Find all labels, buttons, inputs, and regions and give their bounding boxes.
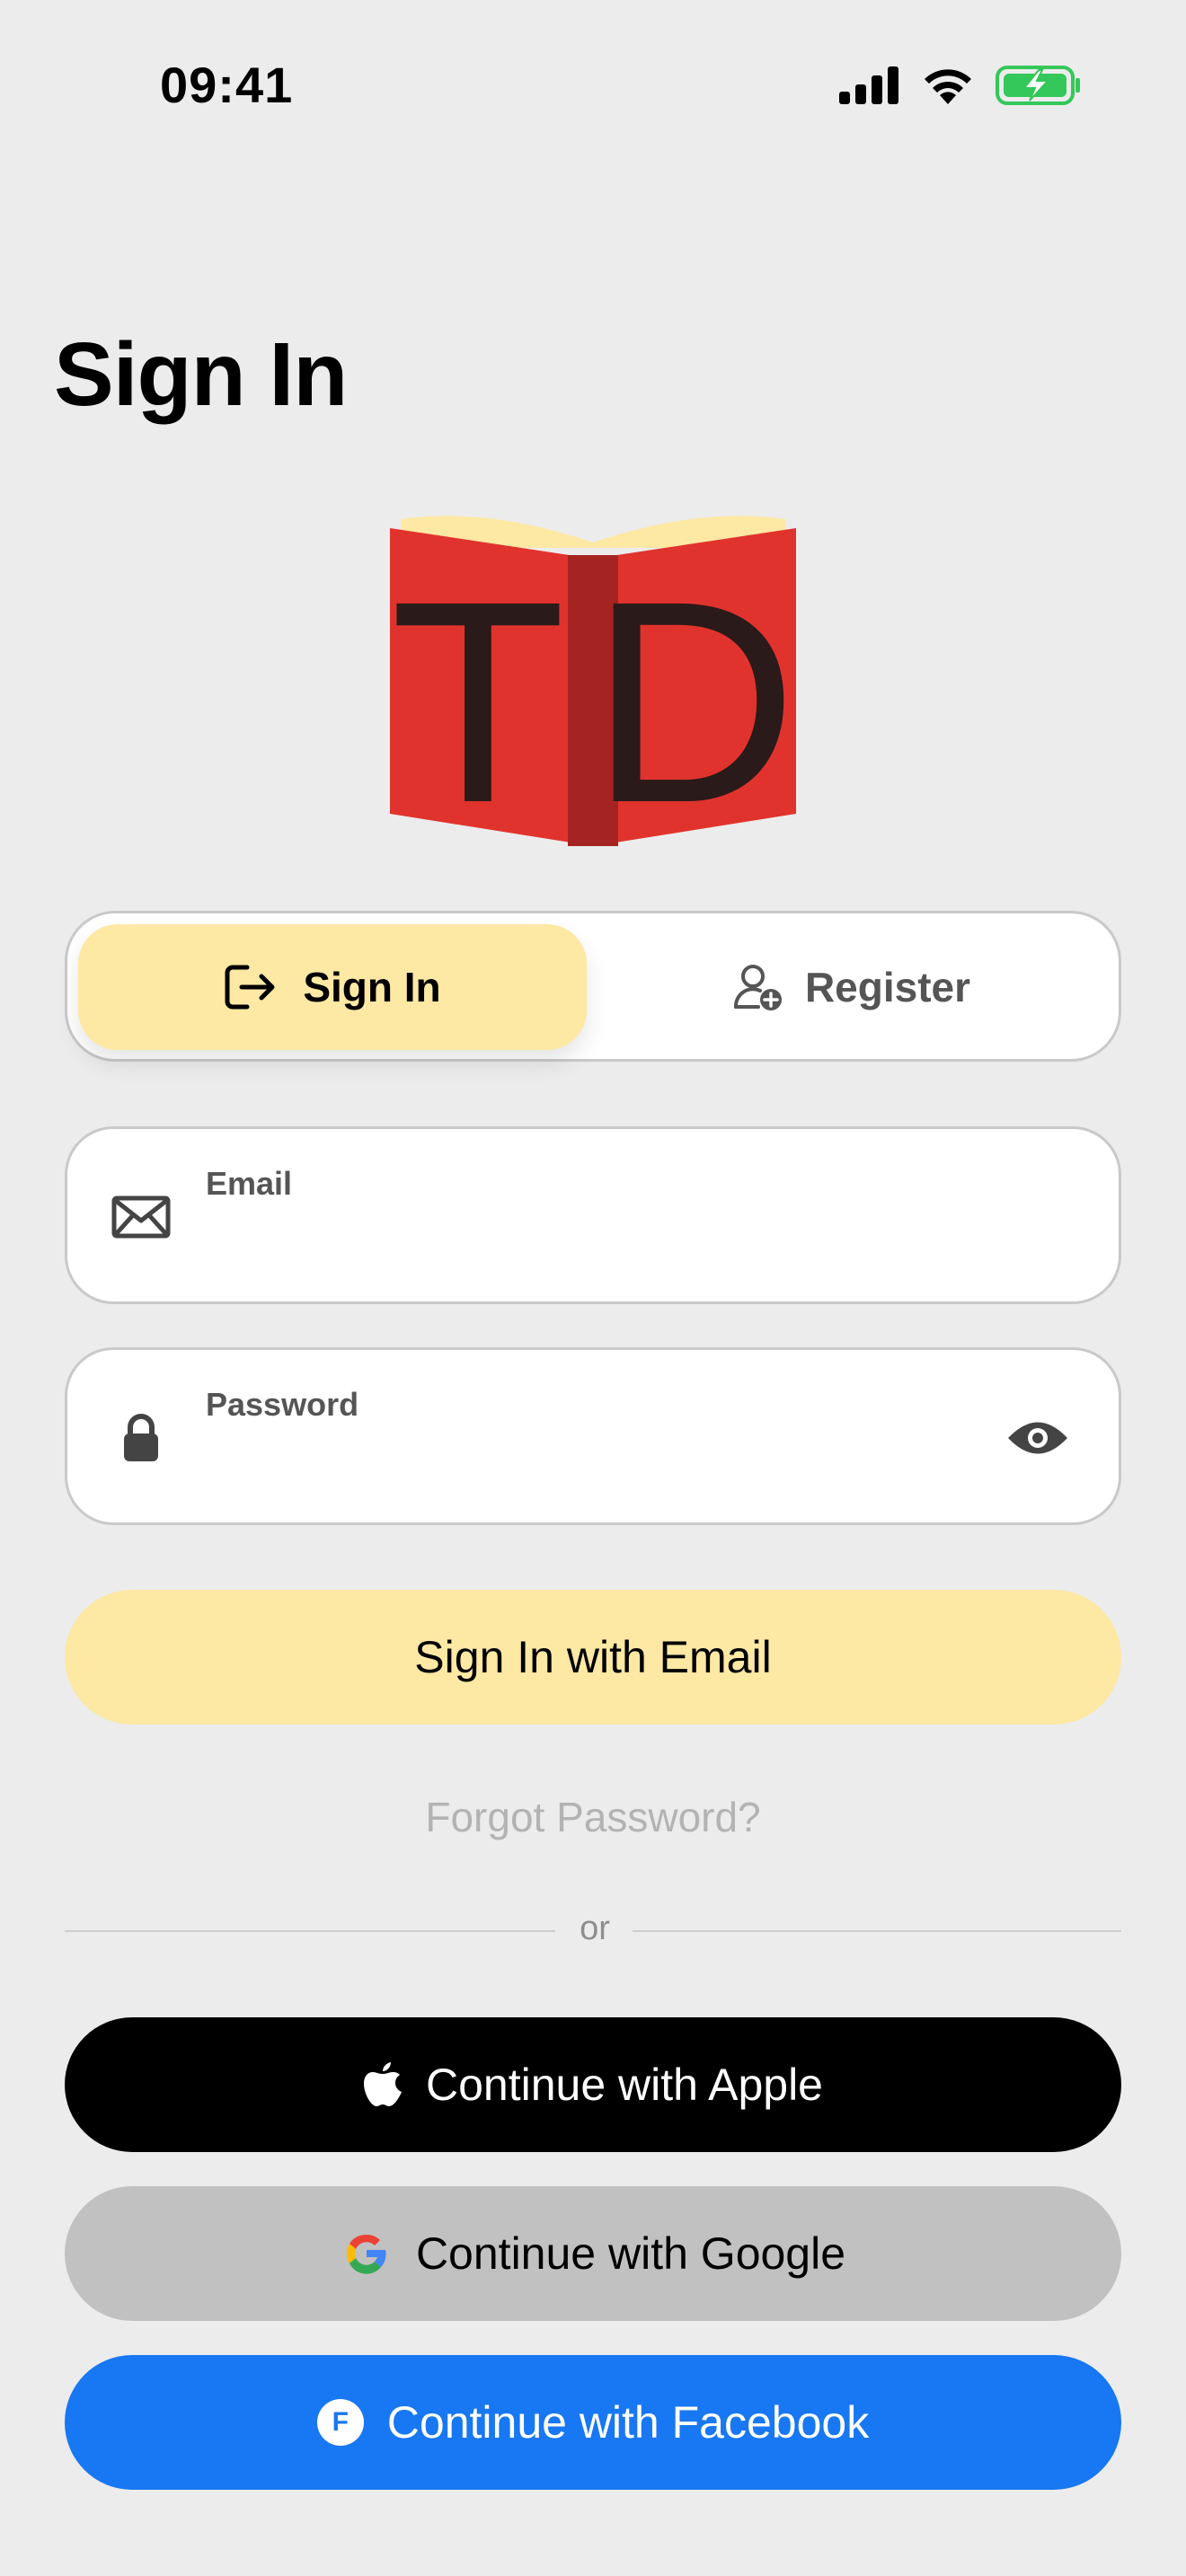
signal-icon [839,66,898,104]
continue-facebook-button[interactable]: F Continue with Facebook [65,2355,1121,2490]
divider-line-left [65,1930,555,1932]
auth-mode-segment: Sign In Register [65,911,1121,1062]
apple-icon [364,2062,403,2106]
continue-facebook-label: Continue with Facebook [386,2397,870,2448]
eye-icon[interactable] [1004,1413,1072,1463]
status-icons [837,65,1082,106]
sign-in-email-button[interactable]: Sign In with Email [65,1590,1121,1725]
email-field[interactable]: Email [65,1126,1121,1304]
divider-text: or [580,1910,610,1947]
status-time: 09:41 [160,57,294,113]
sign-in-email-label: Sign In with Email [414,1632,772,1682]
sign-in-icon [225,965,275,1010]
logo-letter-t: T [390,541,565,850]
email-label: Email [206,1165,293,1202]
password-field[interactable]: Password [65,1347,1121,1525]
facebook-icon: F [316,2399,364,2446]
segment-sign-in[interactable]: Sign In [78,924,587,1050]
email-input[interactable] [206,1217,978,1275]
forgot-password-link[interactable]: Forgot Password? [0,1793,1186,1841]
segment-register-label: Register [804,964,971,1010]
add-user-icon [733,965,782,1010]
continue-apple-button[interactable]: Continue with Apple [65,2017,1121,2152]
continue-google-label: Continue with Google [415,2228,846,2279]
logo-letter-d: D [589,541,797,850]
battery-charging-icon [996,66,1080,105]
lock-icon [109,1409,173,1467]
page-title: Sign In [54,324,348,425]
segment-register[interactable]: Register [597,924,1106,1050]
google-icon [346,2234,386,2274]
envelope-icon [109,1188,173,1246]
book-logo: T D [390,516,798,850]
sign-in-screen: 09:41 Sign In T D Sign In Register Email… [0,0,1186,2576]
password-label: Password [206,1386,359,1423]
continue-google-button[interactable]: Continue with Google [65,2186,1121,2321]
wifi-icon [925,69,971,104]
password-input[interactable] [206,1438,978,1495]
divider-line-right [633,1930,1121,1932]
continue-apple-label: Continue with Apple [426,2060,823,2110]
segment-sign-in-label: Sign In [303,964,441,1010]
